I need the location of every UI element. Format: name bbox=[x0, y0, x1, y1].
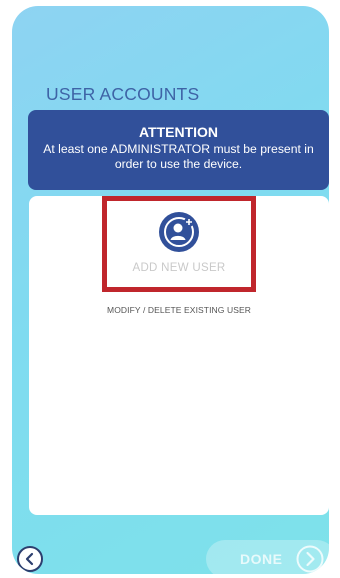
attention-message: At least one ADMINISTRATOR must be prese… bbox=[43, 142, 314, 171]
done-label: DONE bbox=[240, 551, 283, 567]
add-new-user-button[interactable]: ADD NEW USER bbox=[102, 196, 256, 292]
done-button[interactable]: DONE bbox=[206, 540, 329, 574]
add-user-label: ADD NEW USER bbox=[132, 262, 226, 274]
attention-banner: ATTENTION At least one ADMINISTRATOR mus… bbox=[28, 110, 329, 190]
modify-delete-user-link[interactable]: MODIFY / DELETE EXISTING USER bbox=[29, 305, 329, 315]
add-user-icon bbox=[159, 212, 199, 252]
chevron-right-icon bbox=[296, 545, 324, 573]
page-title: USER ACCOUNTS bbox=[46, 84, 200, 104]
chevron-left-icon bbox=[25, 552, 34, 566]
back-button[interactable] bbox=[17, 546, 43, 572]
attention-title: ATTENTION bbox=[138, 124, 219, 140]
user-list-panel: ADD NEW USER MODIFY / DELETE EXISTING US… bbox=[29, 196, 329, 515]
device-screen: USER ACCOUNTS ATTENTION At least one ADM… bbox=[12, 6, 329, 574]
